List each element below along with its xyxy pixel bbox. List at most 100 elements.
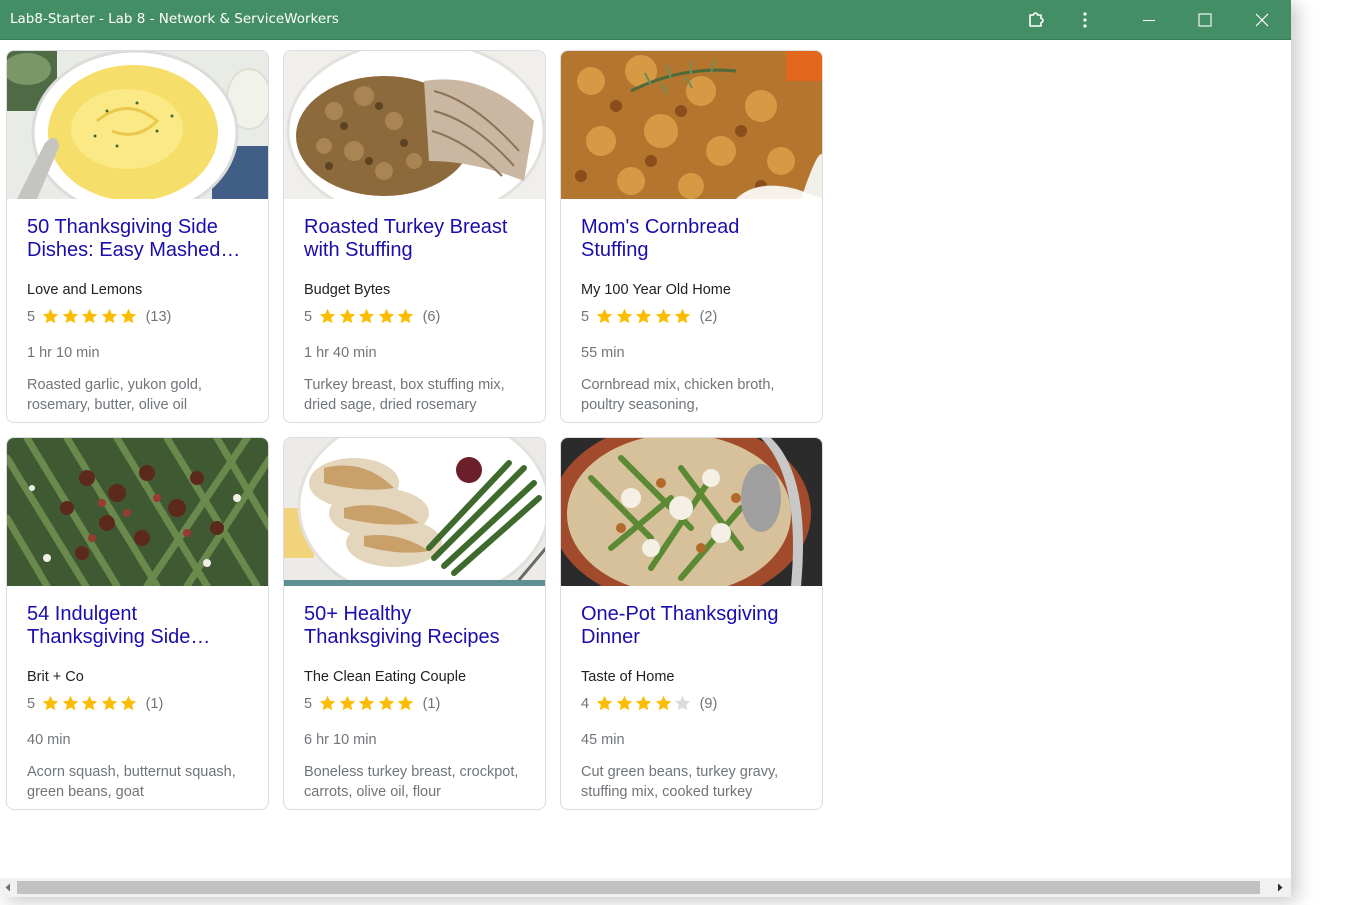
recipe-card[interactable]: One-Pot Thanksgiving Dinner Taste of Hom… xyxy=(560,437,823,810)
review-count: (2) xyxy=(699,308,718,325)
star-filled-icon xyxy=(339,695,355,711)
recipe-card[interactable]: Mom's Cornbread Stuffing My 100 Year Old… xyxy=(560,50,823,423)
star-filled-icon xyxy=(120,308,137,324)
close-icon xyxy=(1255,13,1269,26)
recipe-card[interactable]: Roasted Turkey Breast with Stuffing Budg… xyxy=(283,50,546,423)
ingredients: Roasted garlic, yukon gold, rosemary, bu… xyxy=(27,377,202,413)
more-vert-icon xyxy=(1083,11,1087,28)
star-filled-icon xyxy=(42,695,59,711)
cook-time: 1 hr 10 min xyxy=(27,345,100,361)
cook-time: 1 hr 40 min xyxy=(304,345,377,361)
review-count: (13) xyxy=(145,308,172,325)
rating-value: 5 xyxy=(27,695,36,712)
cook-time: 55 min xyxy=(581,345,625,361)
star-filled-icon xyxy=(319,308,336,324)
star-filled-icon xyxy=(378,695,394,711)
recipe-org: Taste of Home xyxy=(581,669,675,685)
review-count: (1) xyxy=(422,695,441,712)
rating-value: 4 xyxy=(581,695,590,712)
star-filled-icon xyxy=(596,695,613,711)
recipe-org: Budget Bytes xyxy=(304,282,391,298)
rating-value: 5 xyxy=(581,308,590,325)
star-rating xyxy=(318,307,416,326)
recipe-rating: 5 (1) xyxy=(304,694,440,713)
extensions-icon xyxy=(1029,11,1044,27)
recipe-card[interactable]: 54 Indulgent Thanksgiving Side… Brit + C… xyxy=(6,437,269,810)
star-filled-icon xyxy=(120,695,137,711)
star-filled-icon xyxy=(635,695,652,711)
star-filled-icon xyxy=(101,695,117,711)
star-filled-icon xyxy=(674,308,691,324)
star-rating xyxy=(41,694,139,713)
star-filled-icon xyxy=(397,695,414,711)
rating-value: 5 xyxy=(304,308,313,325)
review-count: (9) xyxy=(699,695,718,712)
star-filled-icon xyxy=(81,308,98,324)
horizontal-scrollbar[interactable] xyxy=(0,878,1291,897)
title-bar[interactable]: Lab8-Starter - Lab 8 - Network & Service… xyxy=(0,0,1291,40)
star-empty-icon xyxy=(674,695,691,711)
star-rating xyxy=(41,307,139,326)
app-window: Lab8-Starter - Lab 8 - Network & Service… xyxy=(0,0,1291,897)
recipe-title[interactable]: One-Pot Thanksgiving Dinner xyxy=(581,603,806,649)
star-filled-icon xyxy=(42,308,59,324)
recipe-rating: 5 (1) xyxy=(27,694,163,713)
star-filled-icon xyxy=(616,308,632,324)
recipe-rating: 5 (13) xyxy=(27,307,171,326)
cook-time: 45 min xyxy=(581,732,625,748)
star-filled-icon xyxy=(62,695,78,711)
review-count: (1) xyxy=(145,695,164,712)
ingredients: Cut green beans, turkey gravy, stuffing … xyxy=(581,764,779,800)
recipe-rating: 5 (6) xyxy=(304,307,440,326)
scrollbar-thumb[interactable] xyxy=(17,881,1260,894)
star-filled-icon xyxy=(378,308,394,324)
recipe-image xyxy=(7,51,268,199)
recipe-org: Brit + Co xyxy=(27,669,84,685)
scroll-left-arrow-icon[interactable] xyxy=(3,882,13,893)
scroll-right-arrow-icon[interactable] xyxy=(1275,882,1285,893)
star-filled-icon xyxy=(358,695,375,711)
cook-time: 40 min xyxy=(27,732,71,748)
recipe-image xyxy=(7,438,268,586)
extensions-button[interactable] xyxy=(1013,0,1059,39)
recipe-image xyxy=(284,51,545,199)
recipe-title[interactable]: 54 Indulgent Thanksgiving Side… xyxy=(27,603,252,649)
recipe-image xyxy=(561,438,822,586)
star-filled-icon xyxy=(81,695,98,711)
star-filled-icon xyxy=(616,695,632,711)
close-button[interactable] xyxy=(1239,0,1285,39)
star-filled-icon xyxy=(319,695,336,711)
maximize-button[interactable] xyxy=(1182,0,1228,39)
star-filled-icon xyxy=(397,308,414,324)
star-rating xyxy=(595,694,693,713)
ingredients: Acorn squash, butternut squash, green be… xyxy=(27,764,236,800)
recipe-title[interactable]: 50+ Healthy Thanksgiving Recipes xyxy=(304,603,529,649)
recipe-title[interactable]: Roasted Turkey Breast with Stuffing xyxy=(304,216,529,262)
star-rating xyxy=(318,694,416,713)
recipe-title[interactable]: 50 Thanksgiving Side Dishes: Easy Mashed… xyxy=(27,216,252,262)
star-filled-icon xyxy=(655,695,671,711)
maximize-icon xyxy=(1198,12,1212,27)
star-rating xyxy=(595,307,693,326)
minimize-button[interactable] xyxy=(1126,0,1172,39)
star-filled-icon xyxy=(339,308,355,324)
star-filled-icon xyxy=(655,308,671,324)
recipe-org: My 100 Year Old Home xyxy=(581,282,731,298)
recipe-image xyxy=(561,51,822,199)
recipe-org: Love and Lemons xyxy=(27,282,143,298)
minimize-icon xyxy=(1143,19,1155,21)
star-filled-icon xyxy=(101,308,117,324)
cook-time: 6 hr 10 min xyxy=(304,732,377,748)
more-options-button[interactable] xyxy=(1062,0,1108,39)
recipe-title[interactable]: Mom's Cornbread Stuffing xyxy=(581,216,806,262)
star-filled-icon xyxy=(358,308,375,324)
rating-value: 5 xyxy=(27,308,36,325)
recipe-org: The Clean Eating Couple xyxy=(304,669,467,685)
recipe-card[interactable]: 50 Thanksgiving Side Dishes: Easy Mashed… xyxy=(6,50,269,423)
ingredients: Cornbread mix, chicken broth, poultry se… xyxy=(581,377,775,413)
review-count: (6) xyxy=(422,308,441,325)
recipe-grid: 50 Thanksgiving Side Dishes: Easy Mashed… xyxy=(0,40,1291,878)
recipe-image xyxy=(284,438,545,586)
recipe-card[interactable]: 50+ Healthy Thanksgiving Recipes The Cle… xyxy=(283,437,546,810)
rating-value: 5 xyxy=(304,695,313,712)
